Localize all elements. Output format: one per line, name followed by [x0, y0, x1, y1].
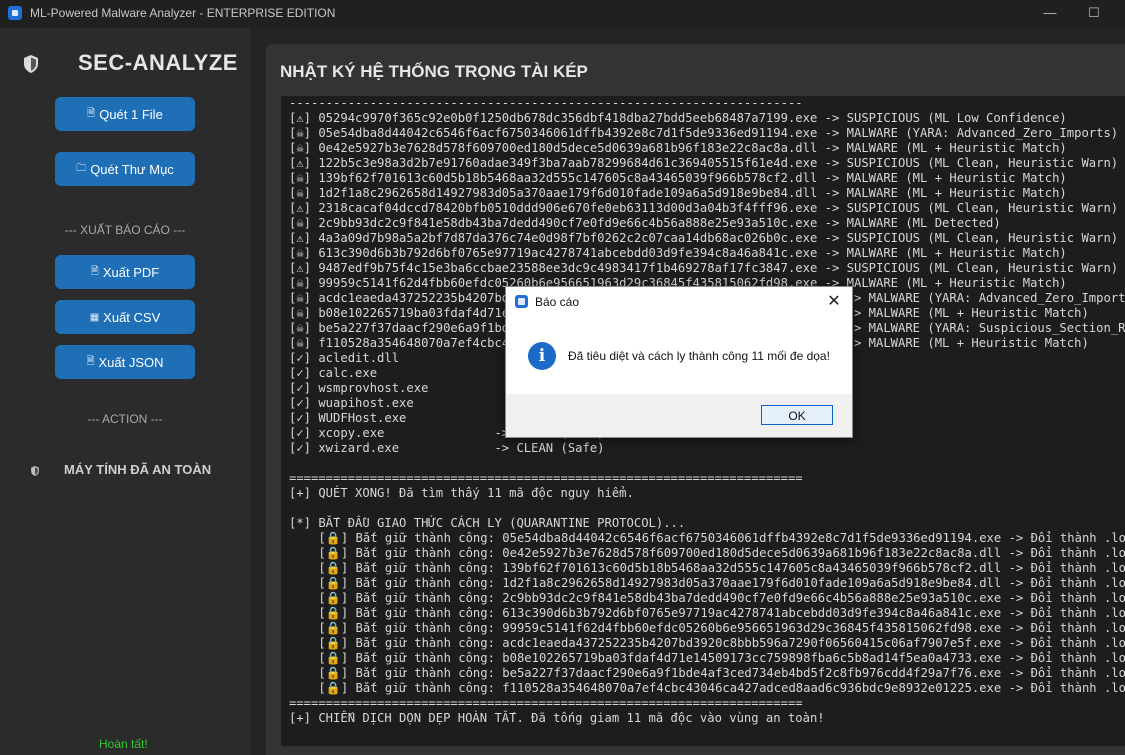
log-line: [⚠] 9487edf9b75f4c15e3ba6ccbae23588ee3dc…	[289, 261, 1119, 275]
log-line: [🔒] Bắt giữ thành công: 1d2f1a8c2962658d…	[289, 576, 1125, 590]
pdf-icon: 🗎	[90, 265, 99, 277]
log-line: [🔒] Bắt giữ thành công: 05e54dba8d44042c…	[289, 531, 1125, 545]
app-icon	[8, 6, 22, 20]
page-title: NHẬT KÝ HỆ THỐNG TRỌNG TÀI KÉP	[280, 62, 588, 81]
csv-icon: ▦	[89, 311, 100, 323]
dialog-message: Đã tiêu diệt và cách ly thành công 11 mố…	[568, 349, 830, 363]
shield-icon	[24, 55, 38, 73]
close-icon[interactable]: ✕	[824, 291, 844, 311]
security-status: MÁY TÍNH ĐÃ AN TOÀN	[30, 462, 230, 480]
log-line: [☠] 0e42e5927b3e7628d578f609700ed180d5de…	[289, 141, 1067, 155]
export-pdf-button[interactable]: 🗎 Xuất PDF	[55, 255, 195, 289]
log-line: ========================================…	[289, 696, 803, 710]
log-line: [🔒] Bắt giữ thành công: 139bf62f701613c6…	[289, 561, 1125, 575]
export-json-label: Xuất JSON	[98, 354, 164, 370]
log-line: [⚠] 05294c9970f365c92e0b0f1250db678dc356…	[289, 111, 1067, 125]
log-line: [+] CHIẾN DỊCH DỌN DẸP HOÀN TẤT. Đã tống…	[289, 711, 825, 725]
log-line: [🔒] Bắt giữ thành công: 613c390d6b3b792d…	[289, 606, 1125, 620]
info-icon: i	[528, 342, 556, 370]
dialog-footer: OK	[506, 394, 852, 437]
log-line: [+] QUÉT XONG! Đã tìm thấy 11 mã độc ngu…	[289, 486, 634, 500]
file-icon: 🗎	[87, 107, 96, 119]
ok-button[interactable]: OK	[761, 405, 833, 425]
log-line: [☠] 2c9bb93dc2c9f841e58db43ba7dedd490cf7…	[289, 216, 1001, 230]
log-line: ----------------------------------------…	[289, 96, 803, 110]
window-titlebar: ML-Powered Malware Analyzer - ENTERPRISE…	[0, 0, 1125, 28]
log-line: [⚠] 122b5c3e98a3d2b7e91760adae349f3ba7aa…	[289, 156, 1119, 170]
log-line: [☠] 1d2f1a8c2962658d14927983d05a370aae17…	[289, 186, 1067, 200]
export-csv-button[interactable]: ▦ Xuất CSV	[55, 300, 195, 334]
export-json-button[interactable]: 🗎 Xuất JSON	[55, 345, 195, 379]
window-title: ML-Powered Malware Analyzer - ENTERPRISE…	[30, 6, 336, 20]
scan-file-label: Quét 1 File	[99, 106, 163, 122]
maximize-button[interactable]: ☐	[1071, 0, 1117, 28]
export-csv-label: Xuất CSV	[103, 309, 161, 325]
report-dialog: Báo cáo ✕ i Đã tiêu diệt và cách ly thàn…	[505, 286, 853, 438]
log-line: [🔒] Bắt giữ thành công: acdc1eaeda437252…	[289, 636, 1125, 650]
shield-icon	[31, 466, 39, 476]
dialog-title: Báo cáo	[535, 295, 580, 309]
json-icon: 🗎	[86, 355, 95, 367]
minimize-button[interactable]: —	[1027, 0, 1073, 28]
log-line: [☠] 139bf62f701613c60d5b18b5468aa32d555c…	[289, 171, 1067, 185]
app-icon	[515, 295, 528, 308]
log-line: [🔒] Bắt giữ thành công: 2c9bb93dc2c9f841…	[289, 591, 1125, 605]
export-pdf-label: Xuất PDF	[102, 264, 160, 280]
log-line: [✓] xwizard.exe -> CLEAN (Safe)	[289, 441, 605, 455]
log-line: [🔒] Bắt giữ thành công: 0e42e5927b3e7628…	[289, 546, 1125, 560]
footer-status: Hoàn tất!	[99, 737, 148, 751]
log-line: [🔒] Bắt giữ thành công: b08e102265719ba0…	[289, 651, 1125, 665]
scan-file-button[interactable]: 🗎 Quét 1 File	[55, 97, 195, 131]
action-section-label: --- ACTION ---	[87, 412, 163, 426]
log-line: [☠] 613c390d6b3b792d6bf0765e97719ac42787…	[289, 246, 1067, 260]
scan-folder-button[interactable]: 🗀 Quét Thư Mục	[55, 152, 195, 186]
security-status-label: MÁY TÍNH ĐÃ AN TOÀN	[64, 462, 212, 477]
log-line: [⚠] 4a3a09d7b98a5a2bf7d87da376c74e0d98f7…	[289, 231, 1119, 245]
log-line: [🔒] Bắt giữ thành công: be5a227f37daacf2…	[289, 666, 1125, 680]
sidebar	[0, 28, 250, 755]
log-line: [*] BẮT ĐẦU GIAO THỨC CÁCH LY (QUARANTIN…	[289, 516, 686, 530]
log-line: [⚠] 2318cacaf04dccd78420bfb0510ddd906e67…	[289, 201, 1119, 215]
dialog-titlebar: Báo cáo ✕	[506, 287, 852, 317]
scan-folder-label: Quét Thư Mục	[90, 161, 174, 177]
export-section-label: --- XUẤT BÁO CÁO ---	[64, 223, 186, 237]
folder-icon: 🗀	[76, 162, 87, 174]
log-line: ========================================…	[289, 471, 803, 485]
log-line: [🔒] Bắt giữ thành công: 99959c5141f62d4f…	[289, 621, 1125, 635]
brand-title: SEC-ANALYZE	[78, 50, 238, 75]
log-line: [☠] 05e54dba8d44042c6546f6acf6750346061d…	[289, 126, 1119, 140]
log-line: [🔒] Bắt giữ thành công: f110528a35464807…	[289, 681, 1125, 695]
